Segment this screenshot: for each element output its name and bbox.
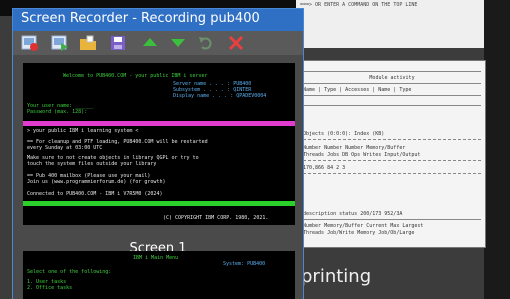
stop-recording-button[interactable] — [21, 34, 39, 52]
arrow-down-icon — [171, 39, 185, 47]
stop-icon — [21, 35, 38, 51]
highlight-bar — [23, 121, 295, 126]
doc-rule — [303, 219, 481, 220]
terminal-line: Display name . . . : QPADEV0004 — [173, 93, 267, 99]
doc-row: 170,866 84 2 3 — [303, 165, 346, 171]
move-up-button[interactable] — [141, 34, 159, 52]
terminal-line: Select one of the following: — [27, 269, 112, 275]
save-button[interactable] — [109, 34, 127, 52]
doc-row: Objects (0:0:0): Index (KB) — [303, 131, 385, 137]
arrow-up-icon — [143, 38, 157, 46]
doc-rule — [303, 83, 481, 84]
doc-rule — [303, 105, 481, 106]
doc-header: Module activity — [369, 75, 415, 81]
doc-row: Threads Job/Write Memory Job/Ob/Large — [303, 230, 415, 236]
play-icon — [51, 35, 68, 51]
doc-top-line: ===> OR ENTER A COMMAND ON THE TOP LINE — [300, 2, 418, 8]
printing-heading: printing — [301, 266, 372, 287]
terminal-line: > your public IBM i learning system < — [27, 128, 139, 134]
close-icon — [228, 35, 244, 51]
folder-icon — [80, 35, 96, 50]
doc-row: description status 200/173 952/3A — [303, 211, 403, 217]
doc-dash-rule — [303, 160, 481, 161]
terminal-line: 2. Office tasks — [27, 285, 73, 291]
right-edge — [484, 0, 510, 299]
doc-columns: Name | Type | Accesses | Name | Type — [303, 87, 412, 93]
window-title: Screen Recorder - Recording pub400 — [21, 11, 260, 26]
doc-dash-rule — [303, 173, 481, 174]
terminal-line: every Sunday at 03:00 UTC — [27, 145, 103, 151]
terminal-line: Join us (www.programmierforum.de) (for g… — [27, 179, 166, 185]
close-button[interactable] — [227, 34, 245, 52]
save-icon — [111, 36, 125, 50]
move-down-button[interactable] — [169, 34, 187, 52]
terminal-line: (C) COPYRIGHT IBM CORP. 1980, 2021. — [163, 215, 269, 221]
play-button[interactable] — [51, 34, 69, 52]
undo-icon — [199, 37, 212, 50]
doc-rule — [303, 71, 481, 72]
terminal-line: Connected to PUB400.COM - IBM i V7R5M0 (… — [27, 191, 163, 197]
terminal-line: Password (max. 128): — [27, 109, 88, 115]
background-document-top: ===> OR ENTER A COMMAND ON THE TOP LINE — [296, 0, 484, 48]
background-document: Module activity Name | Type | Accesses |… — [296, 60, 486, 248]
terminal-screen-1[interactable]: Welcome to PUB400.COM - your public IBM … — [23, 63, 295, 225]
screen-recorder-window: Screen Recorder - Recording pub400 Welco… — [12, 8, 304, 299]
screen-preview-area: Welcome to PUB400.COM - your public IBM … — [13, 55, 303, 299]
highlight-bar — [23, 201, 295, 206]
doc-row: Number Memory/Buffer Current Max Largest — [303, 223, 424, 229]
doc-dash-rule — [303, 139, 481, 140]
title-bar[interactable]: Screen Recorder - Recording pub400 — [13, 9, 303, 31]
terminal-line: System: PUB400 — [223, 261, 266, 267]
terminal-line: Welcome to PUB400.COM - your public IBM … — [63, 73, 208, 79]
open-folder-button[interactable] — [79, 34, 97, 52]
undo-button[interactable] — [197, 34, 215, 52]
doc-rule — [303, 95, 481, 96]
terminal-line: IBM i Main Menu — [133, 255, 179, 261]
terminal-line: touch the system files outside your libr… — [27, 161, 157, 167]
doc-row: Number Number Number Memory/Buffer — [303, 145, 406, 151]
terminal-screen-2[interactable]: IBM i Main Menu System: PUB400 Select on… — [23, 251, 295, 299]
toolbar — [13, 31, 303, 55]
doc-row: Threads Jobs DB Ops Writes Input/Output — [303, 152, 421, 158]
